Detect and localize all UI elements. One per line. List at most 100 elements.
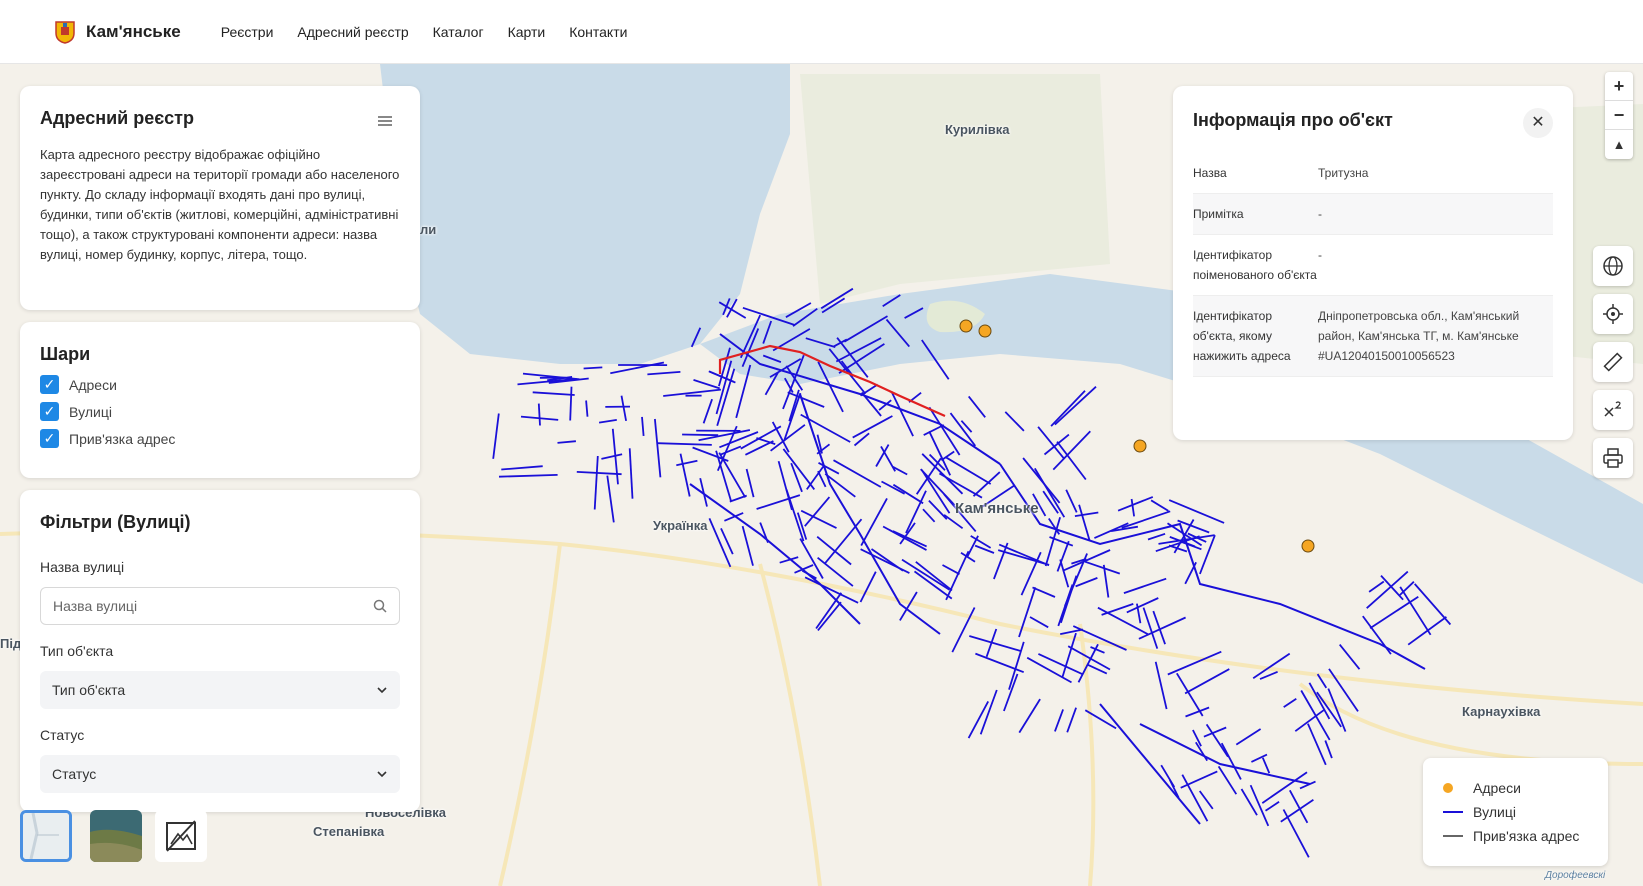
filters-title: Фільтри (Вулиці) — [40, 512, 191, 532]
globe-button[interactable] — [1593, 246, 1633, 286]
object-type-select[interactable]: Тип об'єкта — [40, 671, 400, 709]
basemap-satellite[interactable] — [90, 810, 142, 862]
nav-registries[interactable]: Реєстри — [221, 24, 274, 40]
layer-toggle-address-links[interactable]: ✓ Прив'язка адрес — [40, 429, 400, 448]
address-point — [1301, 539, 1315, 553]
label-karnaukhivka: Карнаухівка — [1462, 704, 1541, 719]
street-map-thumbnail-icon — [23, 813, 69, 859]
info-key: Ідентифікатор поіменованого об'єкта — [1193, 248, 1317, 282]
object-type-label: Тип об'єкта — [40, 643, 114, 659]
address-point — [1133, 439, 1147, 453]
status-value: Статус — [52, 766, 97, 782]
info-key: Ідентифікатор об'єкта, якому нажижить ад… — [1193, 309, 1291, 363]
label-dorofeevskyi: Дорофеевскі — [1545, 870, 1606, 881]
globe-icon — [1603, 256, 1623, 276]
search-icon[interactable] — [373, 599, 387, 613]
info-row-name: Назва Тритузна — [1193, 153, 1553, 194]
layers-panel: Шари ✓ Адреси ✓ Вулиці ✓ Прив'язка адрес — [20, 322, 420, 478]
street-name-label: Назва вулиці — [40, 559, 125, 575]
info-value: Тритузна — [1318, 166, 1369, 180]
street-segment — [537, 403, 541, 426]
street-name-input[interactable]: Назва вулиці — [40, 587, 400, 625]
label-ukrainka: Українка — [653, 518, 708, 533]
info-row-named-object-id: Ідентифікатор поіменованого об'єкта - — [1193, 235, 1553, 296]
formula-button[interactable] — [1593, 390, 1633, 430]
city-name: Кам'янське — [86, 21, 181, 41]
status-label: Статус — [40, 727, 85, 743]
street-line-icon — [1443, 811, 1463, 813]
label-li: ли — [420, 222, 437, 237]
nav-contacts[interactable]: Контакти — [569, 24, 627, 40]
legend-item-addresses: Адреси — [1443, 776, 1588, 800]
locate-button[interactable] — [1593, 294, 1633, 334]
label-pid: Під — [0, 636, 22, 651]
zoom-controls: + − ▲ — [1605, 72, 1633, 159]
street-name-placeholder: Назва вулиці — [53, 598, 138, 614]
layer-label: Прив'язка адрес — [69, 430, 176, 447]
zoom-out-button[interactable]: − — [1605, 101, 1633, 130]
info-title: Інформація про об'єкт — [1193, 110, 1393, 130]
info-value: - — [1318, 248, 1322, 262]
printer-icon — [1603, 448, 1623, 468]
layer-toggle-streets[interactable]: ✓ Вулиці — [40, 402, 400, 421]
street-segment — [583, 366, 603, 370]
filters-panel: Фільтри (Вулиці) Назва вулиці Назва вули… — [20, 490, 420, 812]
layers-title: Шари — [40, 344, 91, 364]
zoom-in-button[interactable]: + — [1605, 72, 1633, 101]
legend-label: Прив'язка адрес — [1473, 828, 1580, 844]
no-basemap-icon — [166, 820, 196, 852]
info-table: Назва Тритузна Примітка - Ідентифікатор … — [1193, 153, 1553, 377]
about-title: Адресний реєстр — [40, 108, 194, 128]
info-row-address-object-id: Ідентифікатор об'єкта, якому нажижить ад… — [1193, 296, 1553, 377]
satellite-thumbnail-icon — [90, 810, 142, 862]
nav-catalog[interactable]: Каталог — [433, 24, 484, 40]
info-value: Дніпропетровська обл., Кам'янський район… — [1318, 309, 1520, 363]
checkbox-checked-icon[interactable]: ✓ — [40, 375, 59, 394]
menu-icon[interactable] — [378, 116, 392, 126]
close-icon[interactable]: ✕ — [1531, 114, 1544, 131]
legend-item-streets: Вулиці — [1443, 800, 1588, 824]
label-kurylivka: Курилівка — [945, 122, 1010, 137]
crosshair-icon — [1603, 304, 1623, 324]
layer-toggle-addresses[interactable]: ✓ Адреси — [40, 375, 400, 394]
about-description: Карта адресного реєстру відображає офіці… — [40, 147, 400, 262]
nav-maps[interactable]: Карти — [508, 24, 546, 40]
address-point — [978, 324, 992, 338]
info-value: - — [1318, 207, 1322, 221]
nav-address-registry[interactable]: Адресний реєстр — [297, 24, 408, 40]
top-bar: Кам'янське Реєстри Адресний реєстр Катал… — [0, 0, 1643, 64]
legend-item-address-links: Прив'язка адрес — [1443, 824, 1588, 848]
object-info-panel: Інформація про об'єкт ✕ Назва Тритузна П… — [1173, 86, 1573, 440]
layer-label: Адреси — [69, 376, 117, 393]
chevron-down-icon — [377, 687, 387, 694]
city-crest-icon — [55, 20, 75, 44]
map-legend: Адреси Вулиці Прив'язка адрес — [1423, 758, 1608, 866]
address-dot-icon — [1443, 783, 1453, 793]
object-type-value: Тип об'єкта — [52, 682, 126, 698]
info-key: Примітка — [1193, 207, 1244, 221]
label-kamianske: Кам'янське — [955, 500, 1039, 517]
main-nav: Реєстри Адресний реєстр Каталог Карти Ко… — [221, 24, 628, 40]
ruler-icon — [1603, 352, 1623, 372]
checkbox-checked-icon[interactable]: ✓ — [40, 402, 59, 421]
checkbox-checked-icon[interactable]: ✓ — [40, 429, 59, 448]
logo[interactable]: Кам'янське — [54, 20, 181, 44]
close-button[interactable]: ✕ — [1523, 108, 1553, 138]
print-button[interactable] — [1593, 438, 1633, 478]
layer-label: Вулиці — [69, 403, 112, 420]
info-row-note: Примітка - — [1193, 194, 1553, 235]
basemap-none[interactable] — [155, 810, 207, 862]
compass-button[interactable]: ▲ — [1605, 130, 1633, 159]
info-key: Назва — [1193, 166, 1227, 180]
link-line-icon — [1443, 835, 1463, 837]
about-panel: Адресний реєстр Карта адресного реєстру … — [20, 86, 420, 310]
legend-label: Вулиці — [1473, 804, 1516, 820]
chevron-down-icon — [377, 771, 387, 778]
status-select[interactable]: Статус — [40, 755, 400, 793]
legend-label: Адреси — [1473, 780, 1521, 796]
label-stepanivka: Степанівка — [313, 824, 385, 839]
measure-button[interactable] — [1593, 342, 1633, 382]
street-segment — [682, 433, 719, 437]
basemap-streets[interactable] — [20, 810, 72, 862]
address-point — [959, 319, 973, 333]
